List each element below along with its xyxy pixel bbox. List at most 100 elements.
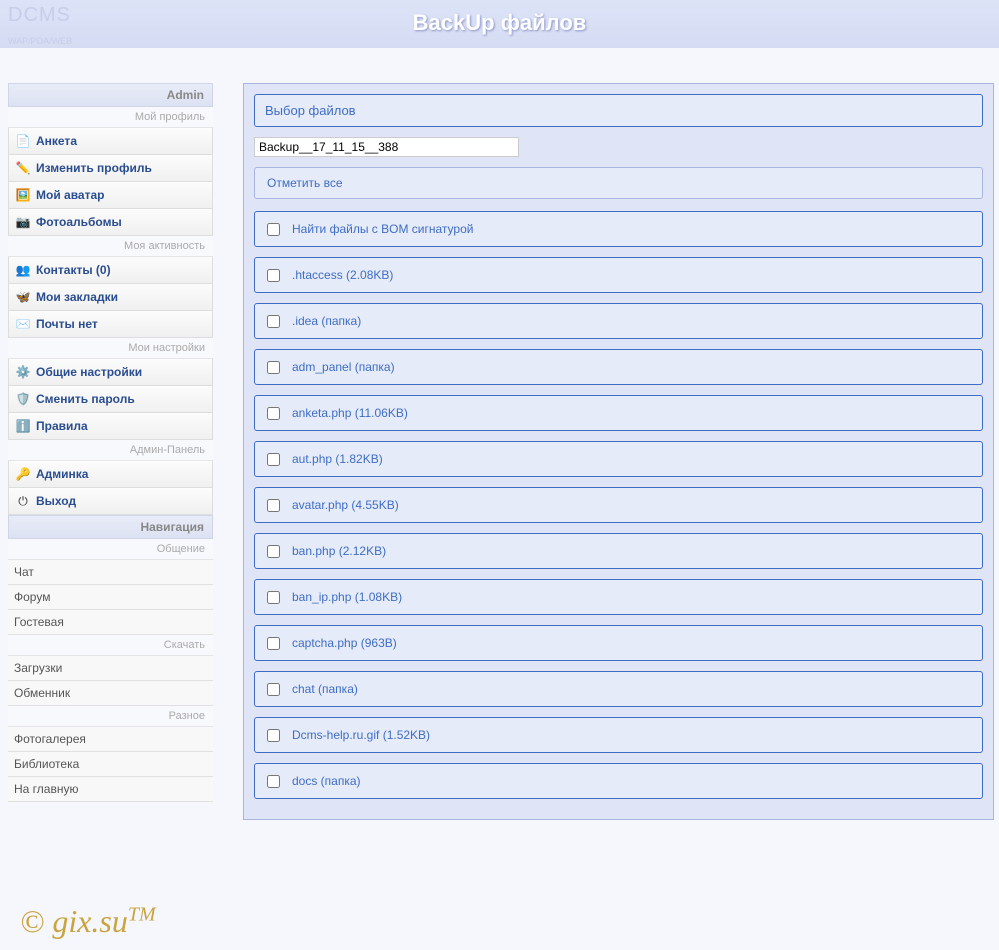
- nav-item-guestbook[interactable]: Гостевая: [8, 610, 213, 635]
- menu-item-label: Мои закладки: [36, 290, 118, 304]
- anketa-icon: 📄: [15, 133, 31, 149]
- menu-item-edit-profile[interactable]: ✏️ Изменить профиль: [8, 155, 213, 182]
- file-row: anketa.php (11.06KB): [254, 395, 983, 431]
- menu-item-rules[interactable]: ℹ️ Правила: [8, 413, 213, 440]
- file-row: aut.php (1.82KB): [254, 441, 983, 477]
- menu-item-label: Правила: [36, 419, 88, 433]
- menu-item-admin-panel[interactable]: 🔑 Админка: [8, 461, 213, 488]
- main-content: Выбор файлов Отметить все Найти файлы с …: [243, 83, 994, 820]
- menu-item-contacts[interactable]: 👥 Контакты (0): [8, 257, 213, 284]
- logo-text: DCMS: [8, 4, 71, 26]
- nav-item-chat[interactable]: Чат: [8, 560, 213, 585]
- contacts-icon: 👥: [15, 262, 31, 278]
- file-label: ban.php (2.12KB): [292, 544, 386, 558]
- file-label: anketa.php (11.06KB): [292, 406, 408, 420]
- file-row: Dcms-help.ru.gif (1.52KB): [254, 717, 983, 753]
- file-checkbox[interactable]: [267, 499, 280, 512]
- nav-section-label: Разное: [8, 706, 213, 727]
- file-checkbox[interactable]: [267, 223, 280, 236]
- file-row: .htaccess (2.08KB): [254, 257, 983, 293]
- file-row: adm_panel (папка): [254, 349, 983, 385]
- file-label: captcha.php (963B): [292, 636, 397, 650]
- file-row: captcha.php (963B): [254, 625, 983, 661]
- menu-item-photo-albums[interactable]: 📷 Фотоальбомы: [8, 209, 213, 236]
- menu-item-label: Контакты (0): [36, 263, 111, 277]
- file-label: .htaccess (2.08KB): [292, 268, 393, 282]
- menu-item-mail[interactable]: ✉️ Почты нет: [8, 311, 213, 338]
- menu-item-label: Сменить пароль: [36, 392, 135, 406]
- nav-section-title: Навигация: [8, 515, 213, 539]
- file-checkbox[interactable]: [267, 591, 280, 604]
- section-label: Мой профиль: [8, 107, 213, 128]
- menu-item-my-avatar[interactable]: 🖼️Мой аватар: [8, 182, 213, 209]
- sidebar: Admin Мой профиль 📄 Анкета ✏️ Изменить профи…: [8, 83, 213, 802]
- file-row: ban_ip.php (1.08KB): [254, 579, 983, 615]
- bookmarks-icon: 🦋: [15, 289, 31, 305]
- nav-section-label: Общение: [8, 539, 213, 560]
- menu-item-label: Админка: [36, 467, 88, 481]
- menu-item-label: Фотоальбомы: [36, 215, 122, 229]
- file-label: adm_panel (папка): [292, 360, 395, 374]
- mail-icon: ✉️: [15, 316, 31, 332]
- file-checkbox[interactable]: [267, 683, 280, 696]
- file-label: docs (папка): [292, 774, 361, 788]
- nav-item-downloads[interactable]: Загрузки: [8, 656, 213, 681]
- change-password-icon: 🛡️: [15, 391, 31, 407]
- logo: DCMS WAP/PDA/WEB: [8, 4, 72, 50]
- edit-profile-icon: ✏️: [15, 160, 31, 176]
- nav-item-home[interactable]: На главную: [8, 777, 213, 802]
- nav-item-forum[interactable]: Форум: [8, 585, 213, 610]
- select-all-button[interactable]: Отметить все: [254, 167, 983, 199]
- menu-item-label: Анкета: [36, 134, 77, 148]
- menu-item-label: Общие настройки: [36, 365, 142, 379]
- page-title: BackUp файлов: [0, 0, 999, 36]
- menu-item-label: Изменить профиль: [36, 161, 152, 175]
- watermark: © gix.suTM: [20, 903, 156, 940]
- file-checkbox[interactable]: [267, 269, 280, 282]
- section-label: Моя активность: [8, 236, 213, 257]
- file-label: .idea (папка): [292, 314, 361, 328]
- file-row: Найти файлы с BOM сигнатурой: [254, 211, 983, 247]
- menu-item-general-settings[interactable]: ⚙️ Общие настройки: [8, 359, 213, 386]
- logout-icon: ⏻: [15, 493, 31, 509]
- file-label: Dcms-help.ru.gif (1.52KB): [292, 728, 430, 742]
- file-checkbox[interactable]: [267, 637, 280, 650]
- file-row: docs (папка): [254, 763, 983, 799]
- general-settings-icon: ⚙️: [15, 364, 31, 380]
- menu-item-logout[interactable]: ⏻ Выход: [8, 488, 213, 515]
- menu-item-bookmarks[interactable]: 🦋 Мои закладки: [8, 284, 213, 311]
- admin-panel-icon: 🔑: [15, 466, 31, 482]
- nav-item-library[interactable]: Библиотека: [8, 752, 213, 777]
- file-row: avatar.php (4.55KB): [254, 487, 983, 523]
- logo-subtitle: WAP/PDA/WEB: [8, 36, 72, 46]
- backup-name-input[interactable]: [254, 137, 519, 157]
- file-checkbox[interactable]: [267, 545, 280, 558]
- header: DCMS WAP/PDA/WEB BackUp файлов: [0, 0, 999, 48]
- file-label: aut.php (1.82KB): [292, 452, 383, 466]
- nav-section-label: Скачать: [8, 635, 213, 656]
- photo-albums-icon: 📷: [15, 214, 31, 230]
- file-label: avatar.php (4.55KB): [292, 498, 399, 512]
- menu-item-anketa[interactable]: 📄 Анкета: [8, 128, 213, 155]
- menu-item-change-password[interactable]: 🛡️ Сменить пароль: [8, 386, 213, 413]
- menu-item-label: Почты нет: [36, 317, 98, 331]
- section-label: Мои настройки: [8, 338, 213, 359]
- admin-section-title: Admin: [8, 83, 213, 107]
- section-label: Админ-Панель: [8, 440, 213, 461]
- menu-item-label: Мой аватар: [36, 188, 104, 202]
- nav-item-gallery[interactable]: Фотогалерея: [8, 727, 213, 752]
- rules-icon: ℹ️: [15, 418, 31, 434]
- file-row: ban.php (2.12KB): [254, 533, 983, 569]
- file-checkbox[interactable]: [267, 453, 280, 466]
- file-checkbox[interactable]: [267, 775, 280, 788]
- menu-item-label: Выход: [36, 494, 76, 508]
- file-label: Найти файлы с BOM сигнатурой: [292, 222, 473, 236]
- nav-item-exchange[interactable]: Обменник: [8, 681, 213, 706]
- file-checkbox[interactable]: [267, 315, 280, 328]
- file-label: chat (папка): [292, 682, 358, 696]
- file-checkbox[interactable]: [267, 729, 280, 742]
- select-files-title: Выбор файлов: [254, 94, 983, 127]
- file-row: chat (папка): [254, 671, 983, 707]
- file-checkbox[interactable]: [267, 361, 280, 374]
- file-checkbox[interactable]: [267, 407, 280, 420]
